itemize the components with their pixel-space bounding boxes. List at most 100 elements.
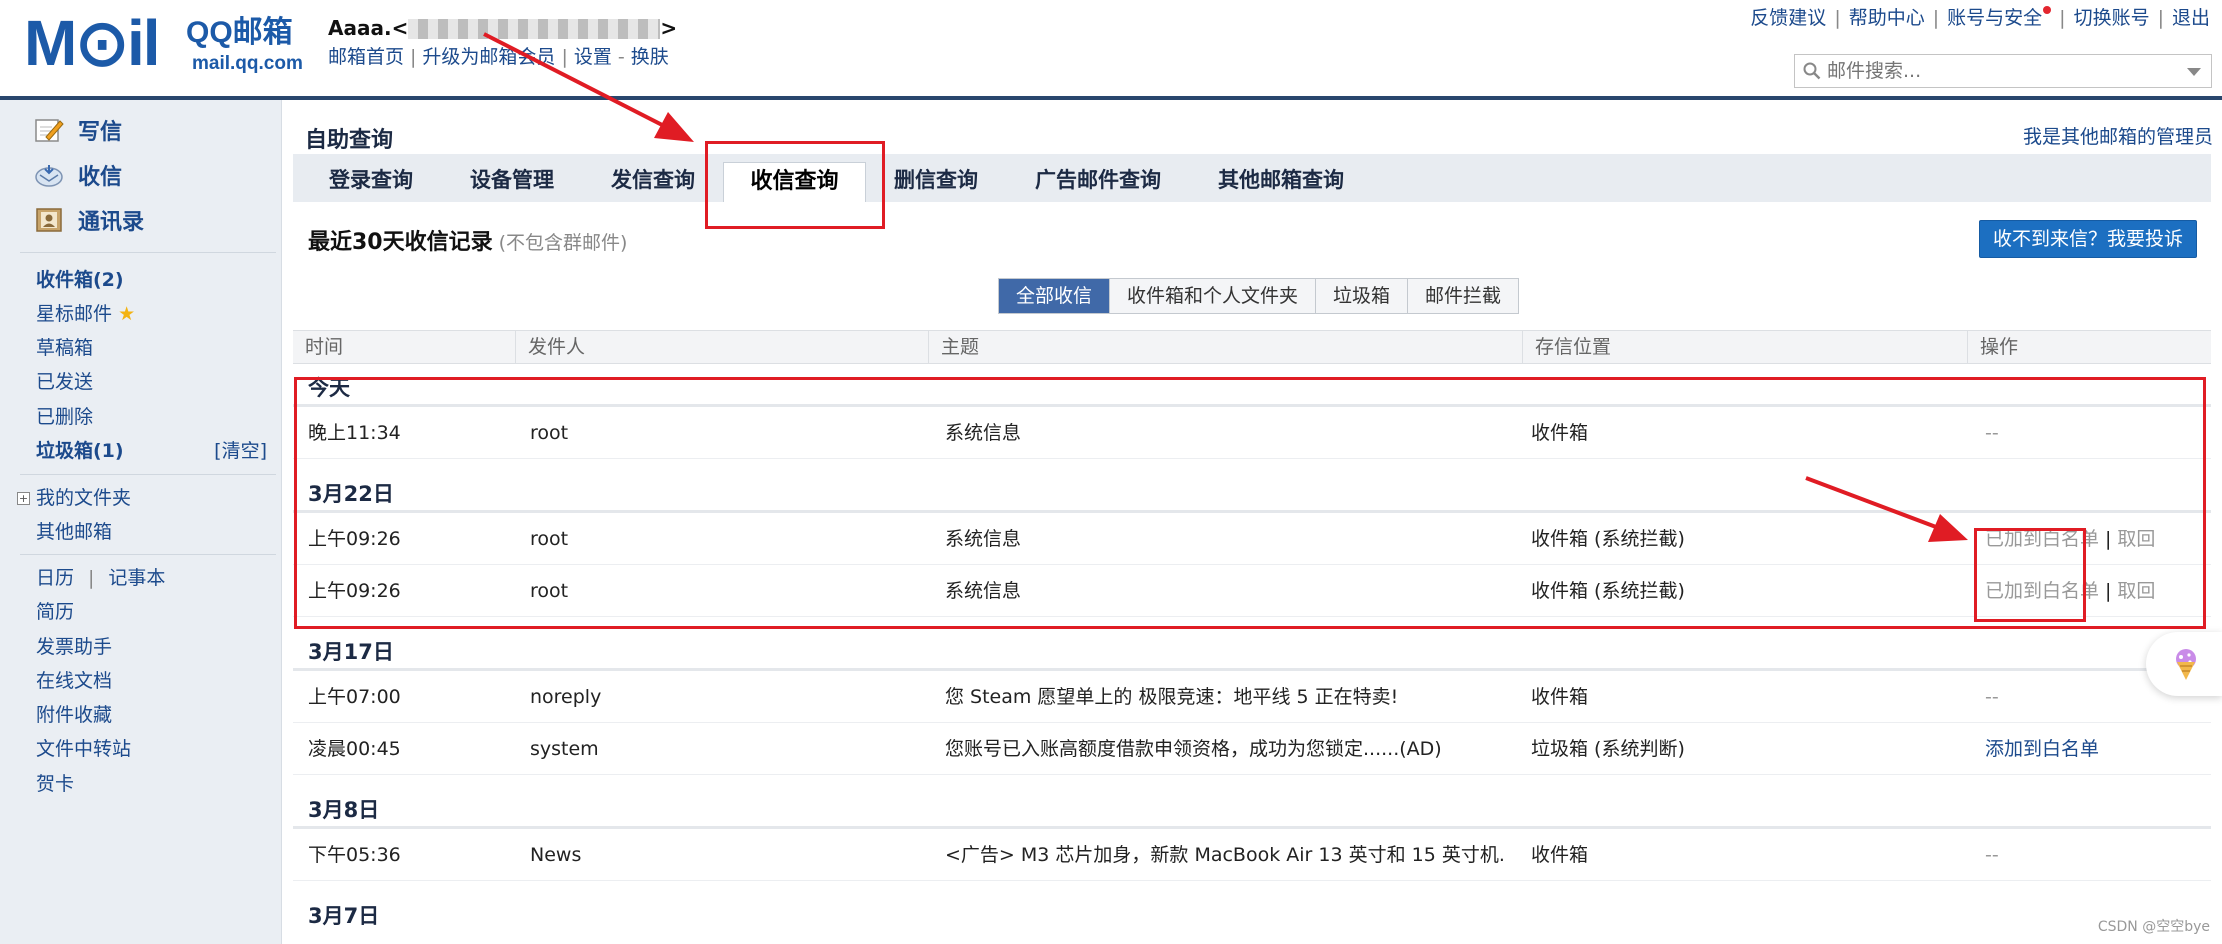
filter-group: 全部收信 收件箱和个人文件夹 垃圾箱 邮件拦截: [998, 278, 1520, 314]
tab-login-query[interactable]: 登录查询: [329, 154, 413, 202]
sidebar-divider: [20, 252, 276, 253]
separator: |: [2059, 7, 2066, 29]
link-change-skin[interactable]: 换肤: [631, 46, 669, 68]
date-group-label: 3月7日: [308, 904, 380, 928]
header: M⊙il QQ邮箱 mail.qq.com Aaaa.< > 邮箱首页 | 升级为邮箱…: [0, 0, 2222, 96]
sidebar-compose-label: 写信: [78, 120, 123, 145]
cell-subject[interactable]: 您账号已入账高额度借款申领资格，成功为您锁定......(AD): [945, 723, 1505, 775]
sidebar-item-my-folders[interactable]: 我的文件夹: [36, 484, 131, 512]
annotation-box-tab: [705, 141, 885, 229]
logo-url-text: mail.qq.com: [192, 53, 303, 74]
table-row[interactable]: 下午05:36 News <广告> M3 芯片加身，新款 MacBook Air…: [293, 829, 2211, 881]
complain-button[interactable]: 收不到来信？我要投诉: [1979, 220, 2197, 258]
column-time: 时间: [305, 336, 344, 358]
sidebar-item-invoice[interactable]: 发票助手: [36, 633, 112, 661]
table-row[interactable]: 上午07:00 noreply 您 Steam 愿望单上的 极限竞速：地平线 5…: [293, 671, 2211, 723]
sidebar-item-junk[interactable]: 垃圾箱(1): [36, 437, 124, 465]
sidebar-receive[interactable]: 收信: [34, 161, 122, 195]
record-title-text: 最近30天收信记录: [308, 230, 493, 255]
search-dropdown-icon[interactable]: [2187, 68, 2201, 76]
masked-email: [408, 19, 661, 39]
cell-location: 垃圾箱 (系统判断): [1531, 738, 1685, 760]
filter-blocked[interactable]: 邮件拦截: [1407, 279, 1518, 313]
floating-assistant-button[interactable]: [2146, 632, 2222, 696]
sidebar-item-drafts[interactable]: 草稿箱: [36, 334, 93, 362]
sidebar-item-starred-label: 星标邮件: [36, 303, 113, 325]
search-box[interactable]: [1794, 54, 2212, 88]
cell-sender: News: [530, 844, 582, 866]
sidebar-compose[interactable]: 写信: [34, 116, 122, 150]
tab-other-mailbox-query[interactable]: 其他邮箱查询: [1218, 154, 1344, 202]
sidebar-item-attachments[interactable]: 附件收藏: [36, 701, 112, 729]
sidebar-item-docs[interactable]: 在线文档: [36, 667, 112, 695]
sidebar-item-calendar[interactable]: 日历: [36, 567, 74, 589]
admin-link[interactable]: 我是其他邮箱的管理员: [2023, 122, 2213, 149]
sidebar-item-transfer[interactable]: 文件中转站: [36, 735, 131, 763]
date-group-label: 3月17日: [308, 640, 394, 664]
contacts-icon: [36, 208, 62, 232]
tab-bar: 登录查询 设备管理 发信查询 收信查询 删信查询 广告邮件查询 其他邮箱查询: [293, 154, 2211, 204]
compose-icon: [35, 119, 64, 142]
tab-ad-mail-query[interactable]: 广告邮件查询: [1035, 154, 1161, 202]
sidebar-contacts-label: 通讯录: [78, 210, 145, 235]
filter-all[interactable]: 全部收信: [999, 279, 1110, 313]
table-header: 时间 发件人 主题 存信位置 操作: [293, 330, 2211, 364]
sidebar-item-sent[interactable]: 已发送: [36, 368, 93, 396]
cell-action: --: [1985, 686, 1999, 708]
cell-time: 上午07:00: [308, 686, 401, 708]
cell-subject[interactable]: 您 Steam 愿望单上的 极限竞速：地平线 5 正在特卖!: [945, 671, 1505, 723]
table-row[interactable]: 凌晨00:45 system 您账号已入账高额度借款申领资格，成功为您锁定...…: [293, 723, 2211, 775]
cell-action: --: [1985, 844, 1999, 866]
notification-dot: [2043, 6, 2052, 14]
separator: |: [1932, 7, 1940, 29]
filter-junk[interactable]: 垃圾箱: [1315, 279, 1407, 313]
add-whitelist-link[interactable]: 添加到白名单: [1985, 723, 2099, 775]
sidebar-item-deleted[interactable]: 已删除: [36, 403, 93, 431]
cell-subject[interactable]: <广告> M3 芯片加身，新款 MacBook Air 13 英寸和 15 英寸…: [945, 829, 1505, 881]
record-note: (不包含群邮件): [498, 232, 628, 254]
column-subject: 主题: [928, 331, 1522, 363]
page-title: 自助查询: [305, 128, 394, 153]
filter-inbox-personal[interactable]: 收件箱和个人文件夹: [1109, 279, 1315, 313]
link-switch-account[interactable]: 切换账号: [2074, 7, 2150, 29]
link-settings[interactable]: 设置: [574, 46, 612, 68]
tab-send-query[interactable]: 发信查询: [611, 154, 695, 202]
logo-qq-text: QQ邮箱: [186, 16, 293, 49]
separator: |: [410, 46, 417, 68]
separator: |: [2157, 7, 2164, 29]
cell-time: 凌晨00:45: [308, 738, 401, 760]
record-title: 最近30天收信记录 (不包含群邮件): [308, 224, 627, 256]
link-help-center[interactable]: 帮助中心: [1849, 7, 1925, 29]
sidebar-item-inbox[interactable]: 收件箱(2): [36, 266, 124, 294]
user-name-prefix: Aaaa.<: [328, 16, 409, 40]
tab-delete-query[interactable]: 删信查询: [894, 154, 978, 202]
link-feedback[interactable]: 反馈建议: [1750, 7, 1826, 29]
sidebar-item-cards[interactable]: 贺卡: [36, 770, 74, 798]
sidebar-item-notebook[interactable]: 记事本: [108, 567, 165, 589]
column-location: 存信位置: [1522, 331, 1967, 363]
receive-mail-icon: [35, 165, 63, 187]
qq-mail-logo[interactable]: M⊙il QQ邮箱 mail.qq.com: [24, 8, 304, 78]
expand-icon[interactable]: +: [17, 492, 30, 505]
sidebar-item-calendar-notebook: 日历 | 记事本: [36, 564, 165, 592]
tab-device-management[interactable]: 设备管理: [470, 154, 554, 202]
date-group-label: 3月8日: [308, 798, 380, 822]
link-logout[interactable]: 退出: [2172, 7, 2210, 29]
star-icon: ★: [118, 303, 136, 325]
sidebar-contacts[interactable]: 通讯录: [34, 206, 144, 240]
sidebar-divider: [20, 474, 276, 475]
search-icon: [1803, 62, 1821, 80]
sidebar-item-starred[interactable]: 星标邮件 ★: [36, 300, 135, 328]
search-input[interactable]: [1827, 57, 2167, 85]
sidebar-item-other-mailbox[interactable]: 其他邮箱: [36, 518, 112, 546]
link-mail-home[interactable]: 邮箱首页: [328, 46, 404, 68]
separator: |: [561, 46, 568, 68]
sidebar: 写信 收信 通讯录 收件箱(2) 星标邮件 ★ 草稿箱 已发送 已删除 垃圾箱(…: [0, 100, 282, 944]
sidebar-item-resume[interactable]: 简历: [36, 598, 74, 626]
cell-time: 下午05:36: [308, 844, 401, 866]
junk-clear-link[interactable]: [清空]: [214, 437, 267, 465]
user-name: Aaaa.< >: [328, 14, 677, 42]
link-account-security[interactable]: 账号与安全: [1947, 7, 2042, 29]
link-upgrade-member[interactable]: 升级为邮箱会员: [422, 46, 555, 68]
sidebar-receive-label: 收信: [78, 165, 123, 190]
